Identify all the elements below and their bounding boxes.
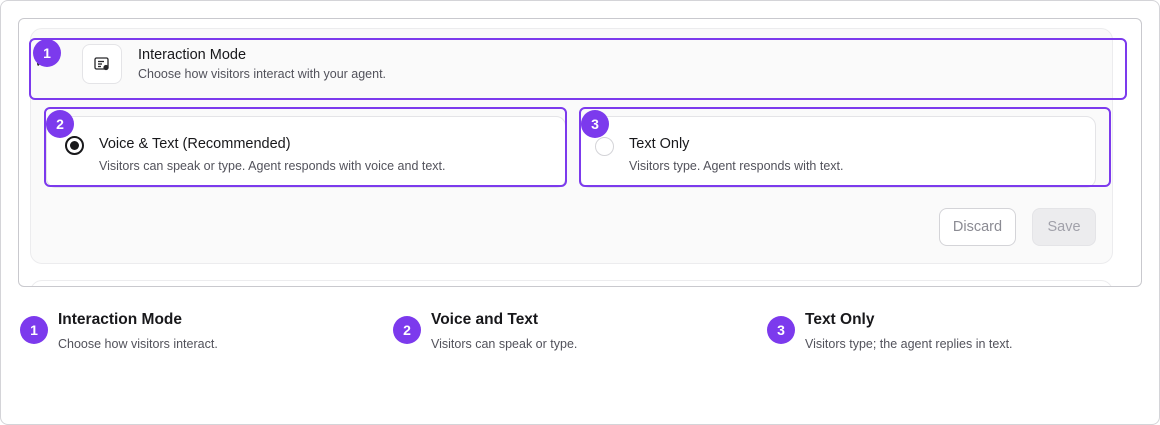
text-only-label: Text Only [629,136,690,152]
next-settings-card [30,280,1113,286]
legend-badge-3: 3 [767,316,795,344]
document-settings-icon [82,44,122,84]
interaction-mode-title: Interaction Mode [138,47,247,63]
legend-description-3: Visitors type; the agent replies in text… [805,337,1013,351]
save-button[interactable]: Save [1032,208,1096,246]
text-only-option[interactable]: Text Only Visitors type. Agent responds … [580,116,1096,188]
discard-button[interactable]: Discard [939,208,1016,246]
legend-title-2: Voice and Text [431,311,539,328]
legend-badge-1: 1 [20,316,48,344]
interaction-mode-description: Choose how visitors interact with your a… [138,67,387,81]
legend-description-2: Visitors can speak or type. [431,337,578,351]
voice-text-label: Voice & Text (Recommended) [99,136,291,152]
text-only-radio[interactable] [595,137,614,156]
legend-title-1: Interaction Mode [58,311,183,328]
legend-title-3: Text Only [805,311,875,328]
callout-badge-2: 2 [46,110,74,138]
callout-badge-3: 3 [581,110,609,138]
voice-text-description: Visitors can speak or type. Agent respon… [99,159,446,173]
callout-badge-1: 1 [33,39,61,67]
legend-badge-2: 2 [393,316,421,344]
legend-description-1: Choose how visitors interact. [58,337,218,351]
text-only-description: Visitors type. Agent responds with text. [629,159,844,173]
voice-text-option[interactable]: Voice & Text (Recommended) Visitors can … [46,116,566,188]
voice-text-radio[interactable] [65,136,84,155]
